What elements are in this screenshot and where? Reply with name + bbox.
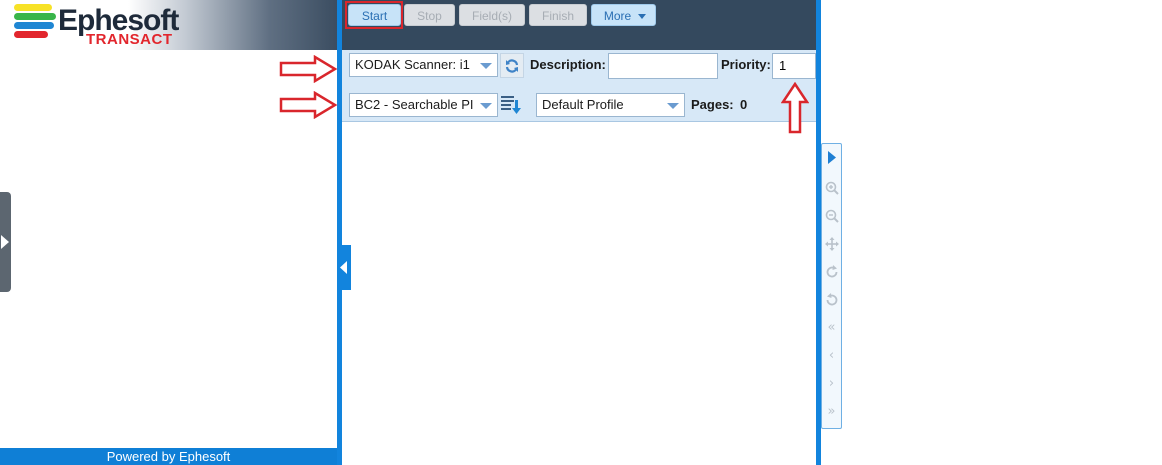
scanner-device-select[interactable]: KODAK Scanner: i1 <box>349 53 498 77</box>
zoom-in-button[interactable] <box>822 178 841 198</box>
chevron-left-icon: ‹ <box>828 348 835 363</box>
pan-button[interactable] <box>822 234 841 254</box>
dropdown-caret-icon <box>667 103 679 109</box>
next-page-button[interactable]: › <box>822 374 841 394</box>
last-page-button[interactable]: » <box>822 402 841 422</box>
more-button[interactable]: More <box>591 4 656 26</box>
chevron-right-icon <box>1 235 9 249</box>
finish-button[interactable]: Finish <box>529 4 587 26</box>
app-window: Ephesoft TRANSACT Powered by Ephesoft St… <box>0 0 1162 465</box>
double-chevron-left-icon: « <box>827 320 836 335</box>
logo-icon <box>14 4 56 42</box>
image-tools-bar: « ‹ › » <box>821 143 842 429</box>
rotate-counterclockwise-button[interactable] <box>822 290 841 310</box>
pages-count: 0 <box>740 97 748 112</box>
scan-profile-select[interactable]: Default Profile <box>536 93 685 117</box>
pages-label: Pages: <box>691 97 734 112</box>
scanner-device-value: KODAK Scanner: i1 <box>355 57 470 72</box>
rotate-counterclockwise-icon <box>826 293 837 306</box>
arrow-right-icon <box>279 55 338 83</box>
batch-class-details-icon[interactable] <box>500 93 522 115</box>
arrow-right-icon <box>279 91 338 119</box>
collapse-left-panel-tab[interactable] <box>337 245 351 290</box>
batch-class-value: BC2 - Searchable PI <box>355 97 474 112</box>
start-button-highlight <box>345 1 403 29</box>
first-page-button[interactable]: « <box>822 318 841 338</box>
refresh-scanners-button[interactable] <box>500 53 524 78</box>
dropdown-caret-icon <box>480 63 492 69</box>
play-icon <box>827 151 836 164</box>
description-input[interactable] <box>608 53 718 79</box>
logo-bar: Ephesoft TRANSACT <box>0 0 337 50</box>
chevron-right-icon: › <box>828 376 835 391</box>
rotate-clockwise-button[interactable] <box>822 262 841 282</box>
zoom-in-icon <box>825 181 839 195</box>
dropdown-caret-icon <box>480 103 492 109</box>
priority-label: Priority: <box>721 57 771 72</box>
zoom-out-icon <box>825 209 839 223</box>
zoom-out-button[interactable] <box>822 206 841 226</box>
more-button-label: More <box>603 9 632 23</box>
chevron-left-icon <box>340 261 347 274</box>
left-panel-expand-handle[interactable] <box>0 192 11 292</box>
fields-button[interactable]: Field(s) <box>459 4 525 26</box>
caret-down-icon <box>638 14 646 19</box>
description-label: Description: <box>530 57 606 72</box>
batch-class-select[interactable]: BC2 - Searchable PI <box>349 93 498 117</box>
scan-profile-value: Default Profile <box>542 97 624 112</box>
move-icon <box>824 237 839 251</box>
arrow-up-icon <box>781 82 809 134</box>
stop-button[interactable]: Stop <box>404 4 455 26</box>
previous-page-button[interactable]: ‹ <box>822 346 841 366</box>
logo-tagline: TRANSACT <box>86 31 173 48</box>
priority-input[interactable]: 1 <box>772 53 816 79</box>
refresh-icon <box>505 59 519 73</box>
double-chevron-right-icon: » <box>827 404 836 419</box>
rotate-clockwise-icon <box>826 265 837 278</box>
powered-by-footer: Powered by Ephesoft <box>0 448 337 465</box>
expand-tools-button[interactable] <box>822 148 841 168</box>
